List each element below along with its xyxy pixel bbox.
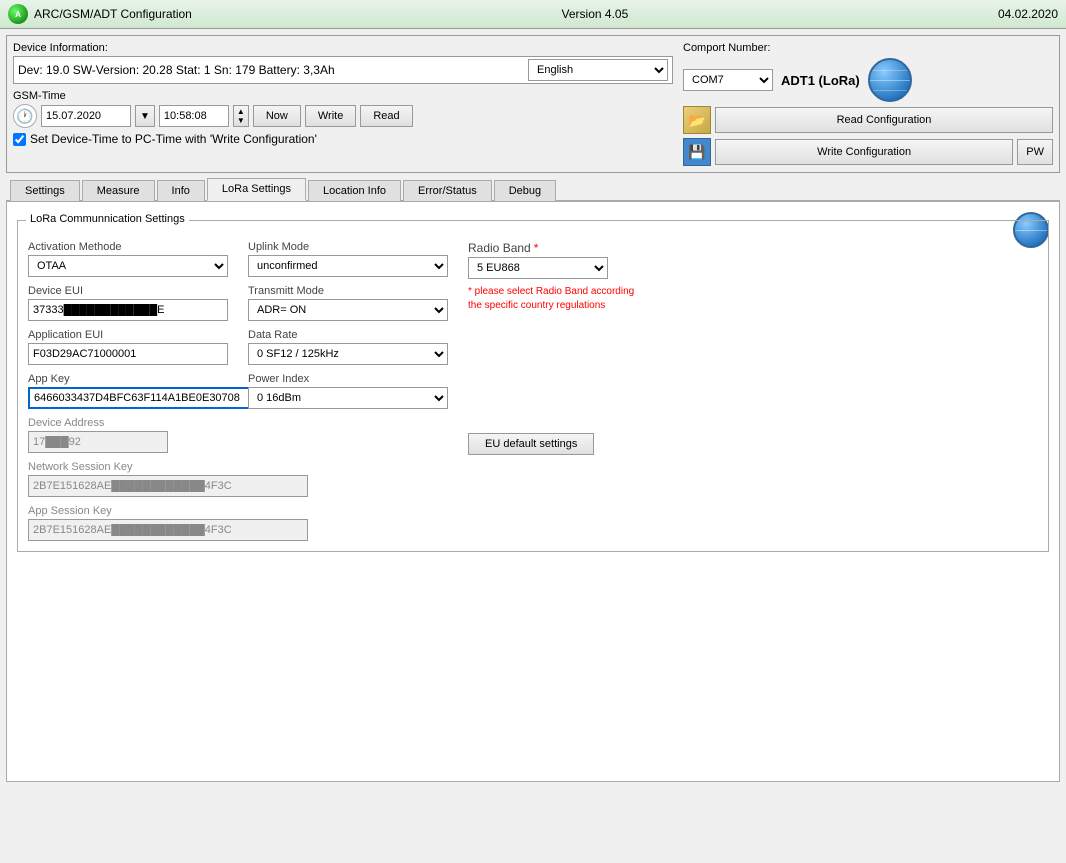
comport-section: Comport Number: COM7 COM1COM2COM3 COM4CO…	[683, 42, 1053, 102]
tab-error-status[interactable]: Error/Status	[403, 180, 492, 201]
open-folder-icon: 📂	[683, 106, 711, 134]
comport-label: Comport Number:	[683, 42, 1053, 54]
title-bar: A ARC/GSM/ADT Configuration Version 4.05…	[0, 0, 1066, 29]
device-eui-input[interactable]	[28, 299, 228, 321]
eu-default-button[interactable]: EU default settings	[468, 433, 594, 455]
set-device-time-label: Set Device-Time to PC-Time with 'Write C…	[30, 132, 317, 146]
power-index-label: Power Index	[248, 373, 448, 385]
uplink-mode-label: Uplink Mode	[248, 241, 448, 253]
device-info-row: Dev: 19.0 SW-Version: 20.28 Stat: 1 Sn: …	[13, 56, 673, 84]
write-config-button[interactable]: Write Configuration	[715, 139, 1013, 165]
group-box-label: LoRa Communnication Settings	[26, 213, 189, 225]
tabs-bar: Settings Measure Info LoRa Settings Loca…	[6, 177, 1060, 202]
date-input[interactable]	[41, 105, 131, 127]
gsm-time-row: 🕐 ▼ ▲▼ Now Write Read	[13, 104, 673, 128]
network-session-key-label: Network Session Key	[28, 461, 228, 473]
tab-settings[interactable]: Settings	[10, 180, 80, 201]
activation-methode-select[interactable]: OTAA ABP	[28, 255, 228, 277]
title-bar-left: A ARC/GSM/ADT Configuration	[8, 4, 192, 24]
date-label: 04.02.2020	[998, 7, 1058, 21]
arc-logo-icon: A	[8, 4, 28, 24]
device-name-label: ADT1 (LoRa)	[781, 73, 860, 88]
radio-band-label: Radio Band *	[468, 241, 718, 255]
gsm-time-section: GSM-Time 🕐 ▼ ▲▼ Now Write Read Set Devic…	[13, 90, 673, 146]
main-container: Device Information: Dev: 19.0 SW-Version…	[0, 29, 1066, 788]
right-panel: Comport Number: COM7 COM1COM2COM3 COM4CO…	[683, 42, 1053, 166]
activation-methode-label: Activation Methode	[28, 241, 228, 253]
read-config-row: 📂 Read Configuration	[683, 106, 1053, 134]
gsm-time-label: GSM-Time	[13, 90, 673, 102]
tab-lora-settings[interactable]: LoRa Settings	[207, 178, 306, 201]
set-device-time-checkbox[interactable]	[13, 133, 26, 146]
pw-button[interactable]: PW	[1017, 139, 1053, 165]
eu-default-container: EU default settings	[468, 433, 718, 455]
col1: Activation Methode OTAA ABP Device EUI A…	[28, 241, 228, 541]
tab-location-info[interactable]: Location Info	[308, 180, 401, 201]
write-time-button[interactable]: Write	[305, 105, 356, 127]
application-eui-input[interactable]	[28, 343, 228, 365]
read-config-button[interactable]: Read Configuration	[715, 107, 1053, 133]
app-title: ARC/GSM/ADT Configuration	[34, 7, 192, 21]
lora-form-grid: Activation Methode OTAA ABP Device EUI A…	[28, 231, 1038, 541]
content-panel: LoRa Communnication Settings Activation …	[6, 202, 1060, 782]
transmitt-mode-select[interactable]: ADR= ON ADR= OFF	[248, 299, 448, 321]
radio-band-select[interactable]: 5 EU868 0 AS923 1 AU915 2 CN470 3 CN779 …	[468, 257, 608, 279]
lora-group-box: LoRa Communnication Settings Activation …	[17, 220, 1049, 552]
save-icon: 💾	[683, 138, 711, 166]
calendar-button[interactable]: ▼	[135, 105, 155, 127]
tab-debug[interactable]: Debug	[494, 180, 556, 201]
checkbox-row: Set Device-Time to PC-Time with 'Write C…	[13, 132, 673, 146]
left-panel: Device Information: Dev: 19.0 SW-Version…	[13, 42, 673, 166]
device-address-input[interactable]	[28, 431, 168, 453]
comport-row: COM7 COM1COM2COM3 COM4COM5COM6 COM8 ADT1…	[683, 58, 1053, 102]
device-info-label: Device Information:	[13, 42, 673, 54]
data-rate-select[interactable]: 0 SF12 / 125kHz 1 SF11 / 125kHz 2 SF10 /…	[248, 343, 448, 365]
app-session-key-label: App Session Key	[28, 505, 228, 517]
transmitt-mode-label: Transmitt Mode	[248, 285, 448, 297]
col2: Uplink Mode unconfirmed confirmed Transm…	[248, 241, 448, 541]
read-time-button[interactable]: Read	[360, 105, 412, 127]
write-config-row: 💾 Write Configuration PW	[683, 138, 1053, 166]
now-button[interactable]: Now	[253, 105, 301, 127]
power-index-select[interactable]: 0 16dBm 1 14dBm 2 12dBm	[248, 387, 448, 409]
radio-band-asterisk: *	[534, 241, 539, 255]
device-info-text: Dev: 19.0 SW-Version: 20.28 Stat: 1 Sn: …	[18, 63, 524, 77]
language-select[interactable]: English German French	[528, 59, 668, 81]
radio-band-note: * please select Radio Band accordingthe …	[468, 285, 718, 313]
comport-select[interactable]: COM7 COM1COM2COM3 COM4COM5COM6 COM8	[683, 69, 773, 91]
time-input[interactable]	[159, 105, 229, 127]
device-address-label: Device Address	[28, 417, 228, 429]
version-label: Version 4.05	[562, 7, 629, 21]
uplink-mode-select[interactable]: unconfirmed confirmed	[248, 255, 448, 277]
application-eui-label: Application EUI	[28, 329, 228, 341]
globe-icon	[868, 58, 912, 102]
tab-measure[interactable]: Measure	[82, 180, 155, 201]
device-eui-label: Device EUI	[28, 285, 228, 297]
col3: Radio Band * 5 EU868 0 AS923 1 AU915 2 C…	[468, 241, 718, 541]
clock-icon: 🕐	[13, 104, 37, 128]
tab-info[interactable]: Info	[157, 180, 205, 201]
time-spinner[interactable]: ▲▼	[233, 105, 249, 127]
data-rate-label: Data Rate	[248, 329, 448, 341]
app-key-label: App Key	[28, 373, 228, 385]
top-section: Device Information: Dev: 19.0 SW-Version…	[6, 35, 1060, 173]
